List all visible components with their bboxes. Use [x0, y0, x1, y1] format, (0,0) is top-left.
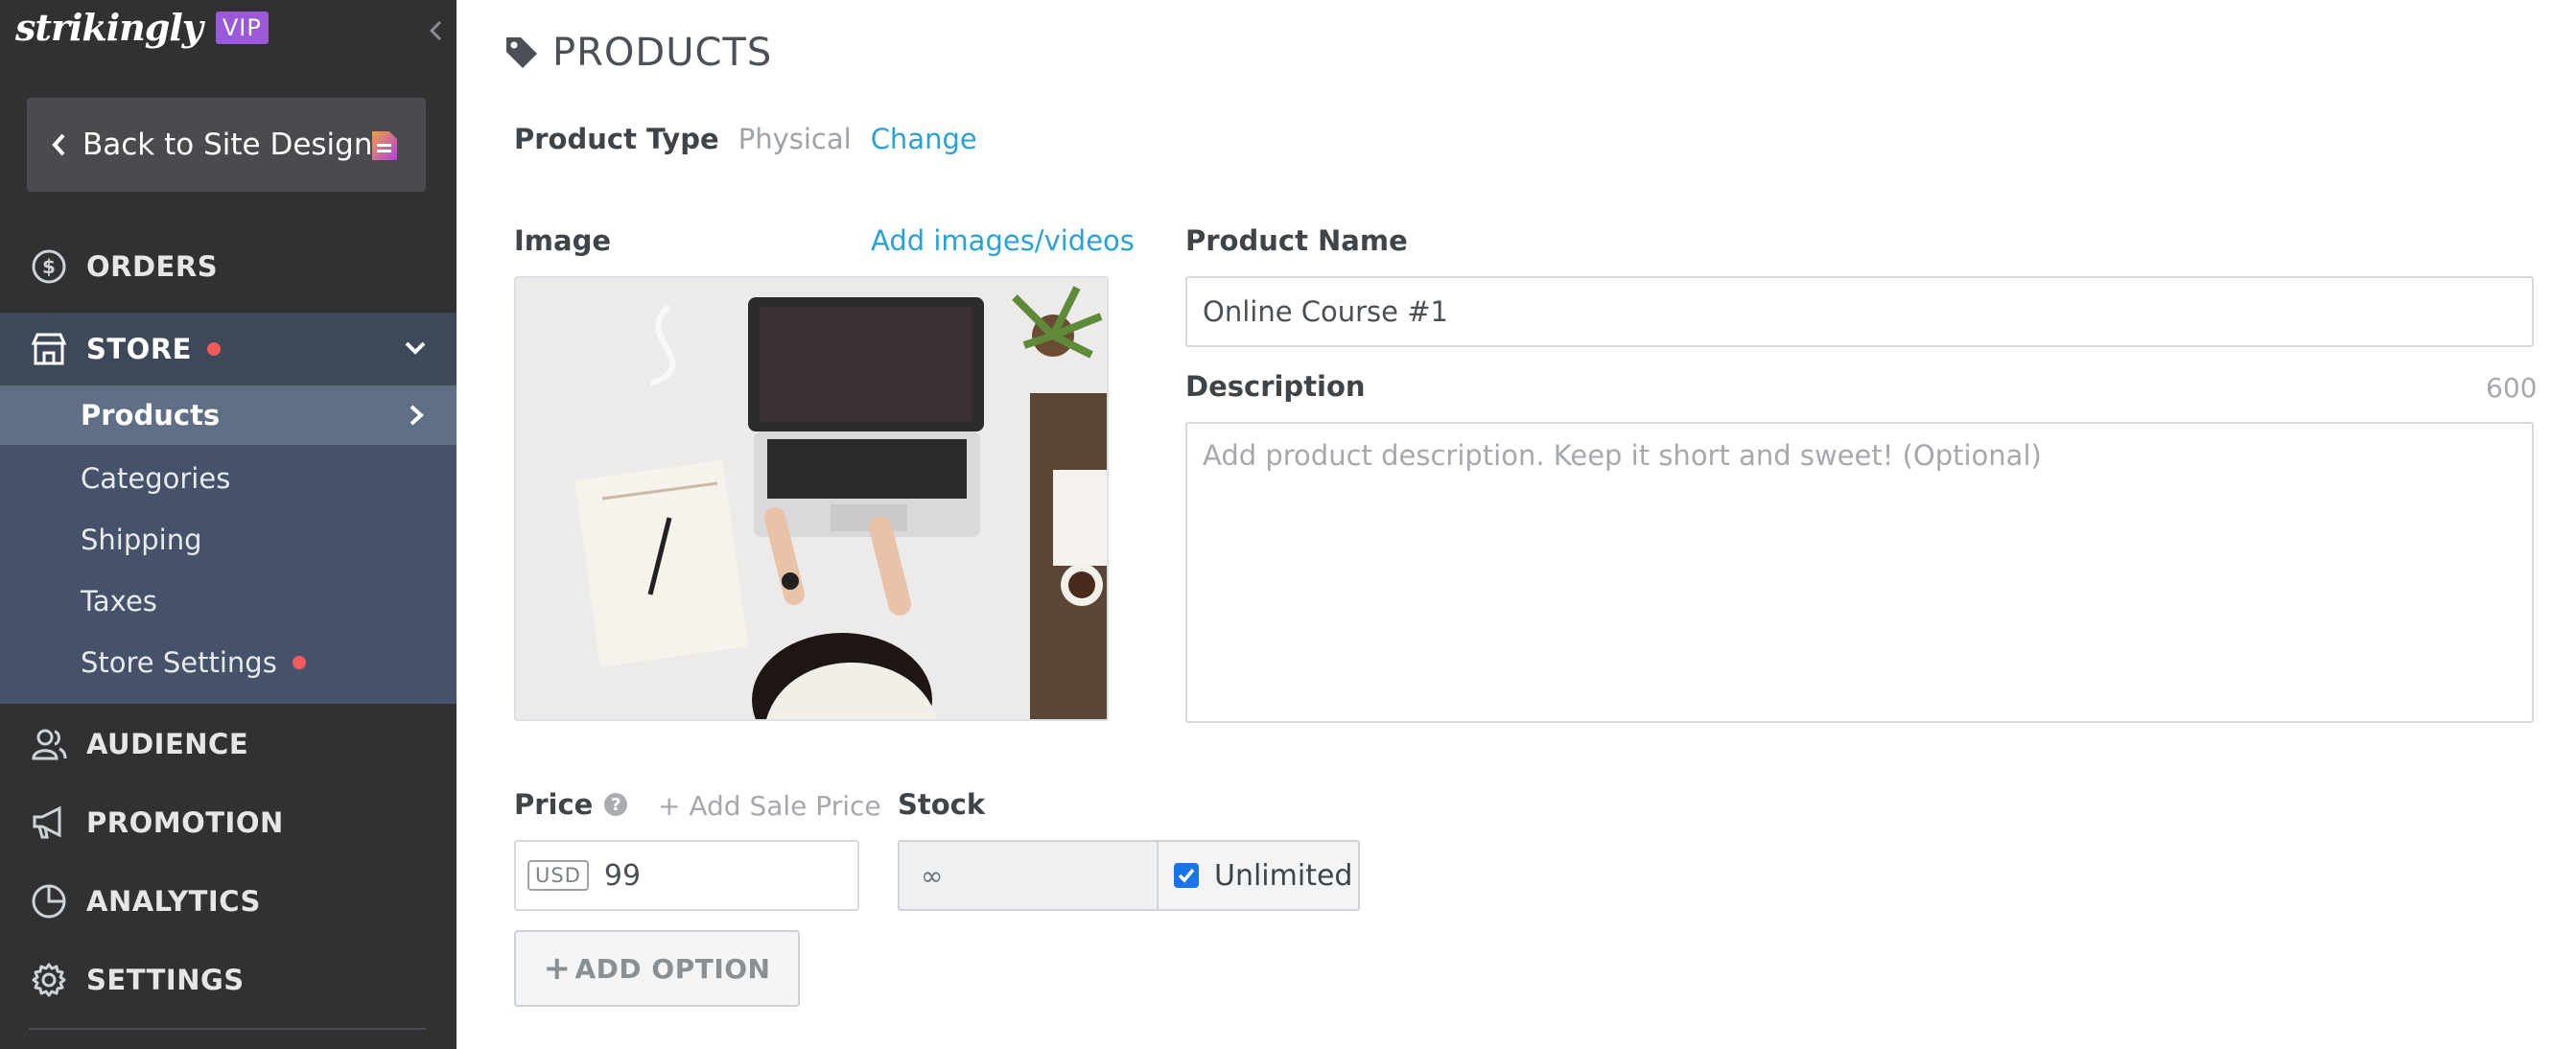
store-settings-notification-dot — [292, 656, 306, 669]
product-type-value: Physical — [738, 123, 852, 155]
sidebar-item-store-settings[interactable]: Store Settings — [0, 633, 457, 692]
nav-audience-label: AUDIENCE — [86, 728, 249, 760]
nav-store-label: STORE — [86, 333, 192, 365]
change-product-type-link[interactable]: Change — [871, 123, 977, 155]
plus-icon: + — [543, 949, 572, 988]
gear-icon — [32, 963, 66, 997]
stock-label: Stock — [898, 788, 986, 821]
add-sale-price-link[interactable]: + Add Sale Price — [658, 790, 881, 822]
sidebar-item-label: Categories — [81, 462, 231, 495]
nav-analytics-label: ANALYTICS — [86, 885, 261, 918]
document-icon — [372, 131, 397, 160]
megaphone-icon — [33, 805, 61, 839]
price-label: Price — [514, 788, 594, 821]
unlimited-toggle[interactable]: Unlimited — [1159, 842, 1358, 909]
tag-icon — [506, 37, 537, 68]
description-label: Description — [1185, 370, 1366, 403]
price-input[interactable]: USD 99 — [514, 840, 859, 911]
audience-icon — [32, 729, 67, 760]
back-to-site-design-button[interactable]: Back to Site Design — [27, 98, 426, 192]
sidebar-item-label: Taxes — [81, 585, 157, 618]
nav-orders[interactable]: $ ORDERS — [0, 230, 457, 303]
nav-promotion[interactable]: PROMOTION — [0, 786, 457, 859]
chevron-left-icon — [429, 20, 442, 41]
product-type-label: Product Type — [514, 123, 719, 155]
storefront-icon — [31, 333, 67, 365]
product-photo — [516, 278, 1107, 719]
checkmark-icon — [1178, 868, 1195, 883]
sidebar-item-taxes[interactable]: Taxes — [0, 571, 457, 631]
help-icon[interactable]: ? — [604, 793, 628, 816]
brand: strikingly VIP — [15, 6, 269, 49]
sidebar-item-shipping[interactable]: Shipping — [0, 510, 457, 570]
product-type-row: Product Type Physical Change — [514, 123, 977, 155]
stock-input[interactable]: ∞ — [900, 842, 1159, 909]
divider — [29, 1028, 426, 1030]
svg-text:$: $ — [42, 255, 56, 278]
chevron-down-icon — [405, 341, 426, 355]
add-option-button[interactable]: + ADD OPTION — [514, 930, 800, 1007]
back-label: Back to Site Design — [82, 128, 373, 162]
nav-store[interactable]: STORE — [0, 313, 457, 385]
page-title: PRODUCTS — [504, 31, 772, 75]
image-label: Image — [514, 224, 612, 257]
description-char-counter: 600 — [2486, 372, 2538, 404]
product-name-label: Product Name — [1185, 224, 1408, 257]
sidebar: strikingly VIP Back to Site Design $ ORD… — [0, 0, 457, 1049]
collapse-sidebar-button[interactable] — [422, 13, 449, 48]
nav-settings-label: SETTINGS — [86, 964, 245, 996]
nav-settings[interactable]: SETTINGS — [0, 944, 457, 1016]
product-name-input[interactable] — [1185, 276, 2534, 347]
sidebar-item-categories[interactable]: Categories — [0, 449, 457, 508]
nav-orders-label: ORDERS — [86, 250, 219, 283]
currency-badge: USD — [527, 860, 589, 891]
stock-input-group: ∞ Unlimited — [898, 840, 1360, 911]
chevron-left-icon — [52, 133, 65, 156]
page-title-text: PRODUCTS — [552, 31, 773, 75]
store-submenu: Products Categories Shipping Taxes Store… — [0, 385, 457, 704]
add-option-label: ADD OPTION — [574, 952, 771, 985]
description-textarea[interactable] — [1185, 422, 2534, 723]
nav-analytics[interactable]: ANALYTICS — [0, 865, 457, 938]
price-value: 99 — [603, 858, 642, 893]
product-image[interactable] — [514, 276, 1109, 721]
vip-badge: VIP — [215, 11, 269, 44]
price-label-row: Price ? — [514, 788, 628, 821]
unlimited-label: Unlimited — [1214, 858, 1353, 893]
pie-chart-icon — [32, 884, 66, 919]
sidebar-item-label: Products — [81, 399, 221, 431]
strikingly-logo[interactable]: strikingly — [15, 6, 203, 49]
chevron-right-icon — [410, 405, 424, 426]
sidebar-item-label: Store Settings — [81, 646, 277, 679]
sidebar-item-label: Shipping — [81, 524, 202, 556]
unlimited-checkbox[interactable] — [1174, 863, 1199, 888]
store-notification-dot — [206, 342, 221, 356]
sidebar-item-products[interactable]: Products — [0, 385, 457, 445]
nav-audience[interactable]: AUDIENCE — [0, 708, 457, 781]
nav-promotion-label: PROMOTION — [86, 806, 284, 839]
add-images-videos-link[interactable]: Add images/videos — [871, 224, 1135, 257]
dollar-circle-icon: $ — [32, 249, 66, 284]
main-content: PRODUCTS Product Type Physical Change Im… — [457, 0, 2576, 1049]
